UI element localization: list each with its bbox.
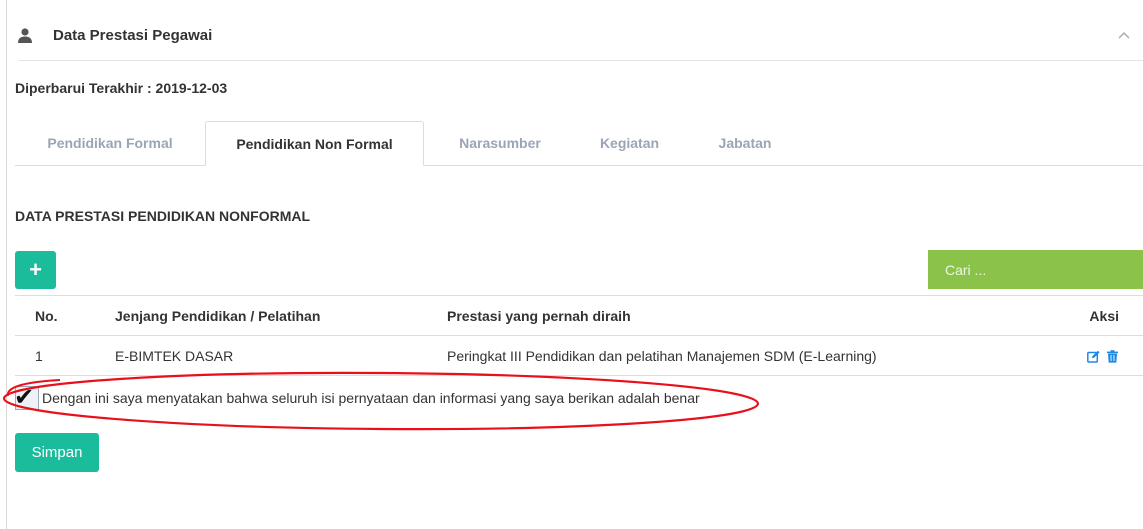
panel-header: Data Prestasi Pegawai: [18, 22, 1143, 61]
tab-pendidikan-formal[interactable]: Pendidikan Formal: [15, 121, 205, 165]
tab-kegiatan[interactable]: Kegiatan: [587, 121, 672, 165]
column-header-aksi: Aksi: [1067, 295, 1143, 336]
cell-jenjang: E-BIMTEK DASAR: [115, 335, 447, 376]
tab-narasumber[interactable]: Narasumber: [440, 121, 560, 165]
cell-actions: [1067, 335, 1143, 376]
save-button[interactable]: Simpan: [15, 433, 99, 472]
column-header-prestasi: Prestasi yang pernah diraih: [447, 295, 1067, 336]
user-icon: [18, 28, 32, 43]
tab-bar: Pendidikan Formal Pendidikan Non Formal …: [15, 121, 1143, 166]
achievement-table: No. Jenjang Pendidikan / Pelatihan Prest…: [15, 295, 1143, 376]
edit-icon[interactable]: [1087, 350, 1100, 364]
plus-icon: +: [29, 257, 42, 282]
declaration-checkbox[interactable]: ✔: [14, 384, 39, 411]
tab-jabatan[interactable]: Jabatan: [705, 121, 785, 165]
column-header-jenjang: Jenjang Pendidikan / Pelatihan: [115, 295, 447, 336]
checkmark-icon: ✔: [14, 384, 35, 411]
declaration-label: Dengan ini saya menyatakan bahwa seluruh…: [42, 390, 700, 406]
trash-icon[interactable]: [1106, 350, 1119, 363]
add-button[interactable]: +: [15, 251, 56, 289]
table-header-row: No. Jenjang Pendidikan / Pelatihan Prest…: [15, 295, 1143, 336]
tab-pendidikan-non-formal[interactable]: Pendidikan Non Formal: [205, 121, 424, 166]
section-title: DATA PRESTASI PENDIDIKAN NONFORMAL: [15, 208, 311, 224]
search-input[interactable]: [928, 250, 1143, 289]
cell-prestasi: Peringkat III Pendidikan dan pelatihan M…: [447, 335, 1067, 376]
table-row: 1 E-BIMTEK DASAR Peringkat III Pendidika…: [15, 335, 1143, 376]
panel-title: Data Prestasi Pegawai: [53, 27, 213, 44]
chevron-up-icon[interactable]: [1117, 28, 1131, 42]
column-header-no: No.: [15, 295, 115, 336]
last-updated-text: Diperbarui Terakhir : 2019-12-03: [15, 80, 228, 96]
cell-no: 1: [15, 335, 115, 376]
left-border: [6, 0, 7, 529]
